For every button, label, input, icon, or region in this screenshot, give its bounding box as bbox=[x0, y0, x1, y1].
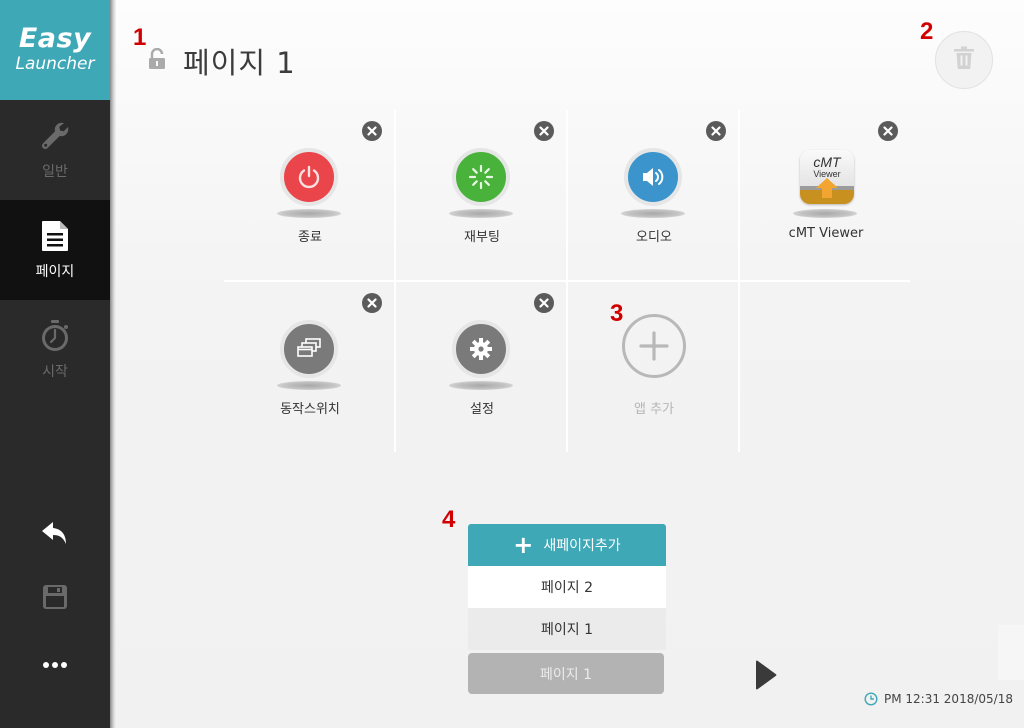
play-arrow-icon bbox=[754, 660, 778, 695]
add-app-label: 앱 추가 bbox=[633, 402, 674, 417]
page-option[interactable]: 페이지 1 bbox=[468, 608, 666, 650]
app-label: 설정 bbox=[470, 402, 494, 417]
remove-app-button[interactable] bbox=[878, 121, 898, 141]
plus-icon bbox=[622, 314, 686, 378]
app-tile-shutdown[interactable]: 종료 bbox=[224, 110, 396, 281]
app-label: 종료 bbox=[298, 230, 322, 245]
annotation-marker-2: 2 bbox=[920, 18, 934, 45]
sidebar-item-label: 페이지 bbox=[35, 264, 75, 280]
back-arrow-icon bbox=[41, 521, 69, 549]
wrench-icon bbox=[38, 119, 72, 153]
sidebar-item-start[interactable]: 시작 bbox=[0, 300, 110, 400]
next-page-button[interactable] bbox=[754, 659, 778, 691]
sidebar: Easy Launcher 일반 페이지 시작 bbox=[0, 0, 110, 728]
app-logo: Easy Launcher bbox=[0, 0, 110, 100]
app-tile-cmt-viewer[interactable]: cMT Viewer cMT Viewer bbox=[740, 110, 912, 281]
remove-app-button[interactable] bbox=[534, 293, 554, 313]
speaker-icon bbox=[624, 148, 682, 206]
app-tile-action-switch[interactable]: 동작스위치 bbox=[224, 282, 396, 453]
sidebar-item-label: 일반 bbox=[42, 164, 68, 180]
app-label: 재부팅 bbox=[464, 230, 500, 245]
logo-line1: Easy bbox=[18, 23, 92, 54]
app-shadow bbox=[277, 209, 341, 218]
sidebar-item-general[interactable]: 일반 bbox=[0, 100, 110, 200]
app-tile-audio[interactable]: 오디오 bbox=[568, 110, 740, 281]
annotation-marker-1: 1 bbox=[133, 24, 147, 51]
remove-app-button[interactable] bbox=[534, 121, 554, 141]
power-icon bbox=[280, 148, 338, 206]
remove-app-button[interactable] bbox=[362, 293, 382, 313]
app-shadow bbox=[449, 381, 513, 390]
annotation-marker-4: 4 bbox=[442, 506, 456, 533]
delete-page-button[interactable] bbox=[935, 31, 993, 89]
page-option[interactable]: 페이지 2 bbox=[468, 566, 666, 608]
save-icon bbox=[42, 584, 68, 614]
app-label: 오디오 bbox=[636, 230, 672, 245]
app-tile-settings[interactable]: 설정 bbox=[396, 282, 568, 453]
unlocked-icon[interactable] bbox=[148, 47, 168, 74]
windows-switch-icon bbox=[280, 320, 338, 378]
page-title: 페이지 1 bbox=[183, 46, 296, 80]
add-new-page-button[interactable]: + 새페이지추가 bbox=[468, 524, 666, 566]
more-button[interactable] bbox=[0, 638, 110, 688]
empty-app-slot bbox=[740, 282, 912, 453]
document-icon bbox=[38, 219, 72, 253]
more-icon bbox=[42, 654, 68, 673]
edge-panel bbox=[998, 625, 1024, 680]
back-button[interactable] bbox=[0, 510, 110, 560]
add-page-label: 새페이지추가 bbox=[543, 538, 621, 554]
clock-text: PM 12:31 2018/05/18 bbox=[884, 692, 1013, 706]
app-label: cMT Viewer bbox=[788, 226, 864, 241]
save-button[interactable] bbox=[0, 574, 110, 624]
gear-icon bbox=[452, 320, 510, 378]
cmt-icon-text: cMT bbox=[813, 154, 841, 170]
cmt-viewer-icon: cMT Viewer bbox=[800, 150, 854, 204]
stopwatch-icon bbox=[38, 319, 72, 353]
remove-app-button[interactable] bbox=[362, 121, 382, 141]
app-shadow bbox=[449, 209, 513, 218]
status-clock: PM 12:31 2018/05/18 bbox=[864, 692, 1013, 706]
app-grid: 종료 재부팅 오디오 cMT Viewer cMT Viewer 동작스위치 설… bbox=[224, 110, 910, 452]
app-shadow bbox=[793, 209, 857, 218]
app-shadow bbox=[621, 209, 685, 218]
app-tile-reboot[interactable]: 재부팅 bbox=[396, 110, 568, 281]
app-shadow bbox=[277, 381, 341, 390]
app-label: 동작스위치 bbox=[280, 402, 340, 417]
logo-line2: Launcher bbox=[15, 54, 95, 74]
trash-icon bbox=[953, 46, 975, 74]
sidebar-item-label: 시작 bbox=[42, 364, 68, 380]
reboot-icon bbox=[452, 148, 510, 206]
sidebar-item-page[interactable]: 페이지 bbox=[0, 200, 110, 300]
page-menu: + 새페이지추가 페이지 2 페이지 1 페이지 1 bbox=[468, 524, 666, 694]
current-page-selector[interactable]: 페이지 1 bbox=[468, 653, 664, 694]
clock-icon bbox=[864, 692, 878, 706]
remove-app-button[interactable] bbox=[706, 121, 726, 141]
add-app-tile[interactable]: 앱 추가 bbox=[568, 282, 740, 453]
plus-icon: + bbox=[513, 531, 534, 559]
